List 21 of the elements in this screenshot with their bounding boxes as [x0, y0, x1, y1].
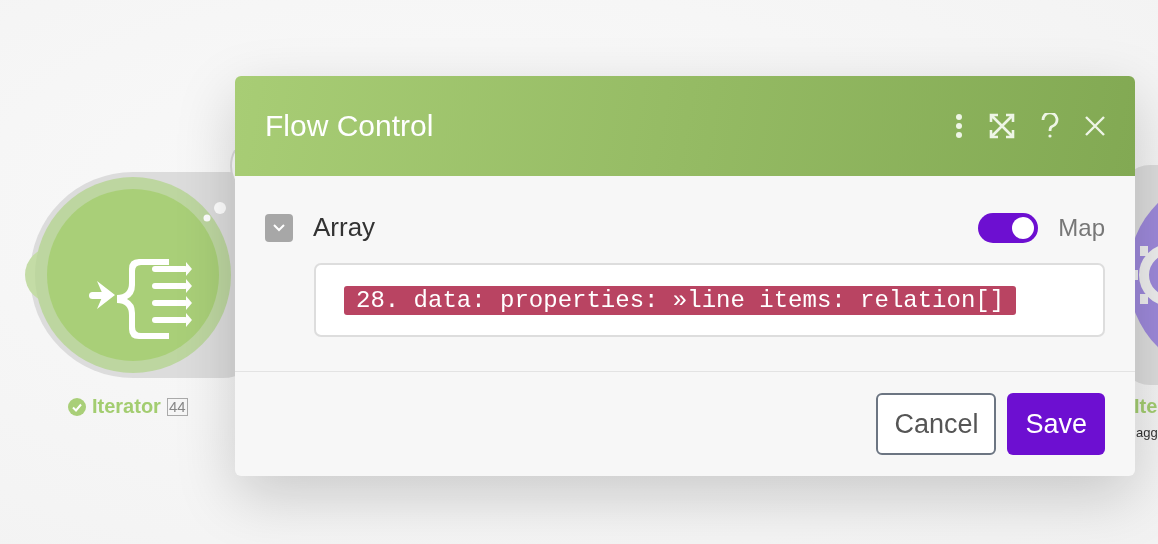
help-icon[interactable]	[1041, 113, 1059, 139]
collapse-toggle[interactable]	[265, 213, 293, 242]
module-subtitle: agg	[1136, 425, 1158, 440]
save-button[interactable]: Save	[1007, 393, 1105, 455]
operations-count: 44	[166, 397, 188, 416]
more-icon[interactable]	[955, 114, 963, 138]
map-label: Map	[1058, 213, 1105, 242]
module-name: Iterator	[92, 395, 161, 418]
module-name: Ite	[1134, 395, 1158, 418]
chevron-down-icon	[272, 222, 286, 233]
array-field[interactable]: 28. data: properties: »line items: relation[]	[314, 263, 1105, 337]
dialog-title: Flow Control	[265, 109, 435, 143]
cancel-button[interactable]: Cancel	[876, 393, 997, 455]
iterator-icon	[89, 259, 192, 339]
close-icon[interactable]	[1085, 116, 1105, 136]
map-toggle[interactable]	[978, 212, 1039, 243]
connector-dot	[214, 202, 226, 214]
mapped-value-pill[interactable]: 28. data: properties: »line items: relation[]	[344, 285, 1017, 315]
expand-icon[interactable]	[989, 113, 1015, 139]
connector-dot	[203, 214, 211, 222]
field-label: Array	[313, 212, 377, 243]
